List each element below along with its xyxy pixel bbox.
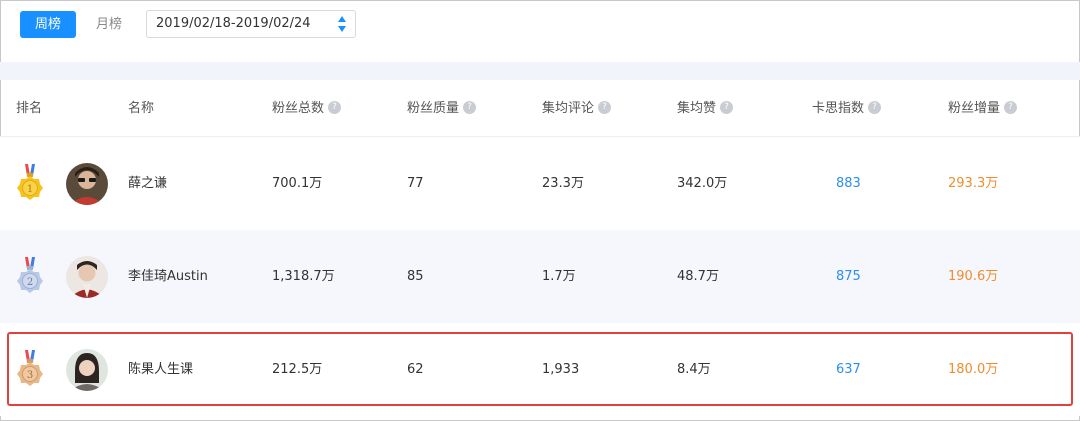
row-avg-comments: 1.7万 <box>542 269 576 284</box>
date-range-select[interactable]: 2019/02/18-2019/02/24 <box>146 10 356 38</box>
filter-bar: 周榜 月榜 2019/02/18-2019/02/24 <box>0 0 1080 62</box>
row-avg-likes: 8.4万 <box>677 362 711 377</box>
help-icon[interactable]: ? <box>1004 101 1018 114</box>
row-avg-likes: 48.7万 <box>677 269 719 284</box>
column-avg-comments: 集均评论? <box>542 80 612 137</box>
gold-medal-icon: 1 <box>17 164 43 200</box>
table-row[interactable]: 3 陈果人生课 212.5万 62 1,933 8.4万 637 180.0万 <box>0 323 1080 416</box>
tab-weekly[interactable]: 周榜 <box>20 11 76 38</box>
row-fans-growth: 190.6万 <box>948 269 999 284</box>
date-range-value: 2019/02/18-2019/02/24 <box>156 16 311 31</box>
column-fans-total: 粉丝总数? <box>272 80 342 137</box>
column-fans-quality: 粉丝质量? <box>407 80 477 137</box>
avatar[interactable] <box>66 349 108 391</box>
help-icon[interactable]: ? <box>868 101 882 114</box>
row-fans-total: 212.5万 <box>272 362 323 377</box>
section-divider <box>0 62 1080 80</box>
help-icon[interactable]: ? <box>720 101 734 114</box>
row-fans-growth: 293.3万 <box>948 176 999 191</box>
table-row[interactable]: 2 李佳琦Austin 1,318.7万 85 1.7万 48.7万 875 1… <box>0 230 1080 323</box>
row-name[interactable]: 李佳琦Austin <box>128 230 208 323</box>
table-row[interactable]: 1 薛之谦 700.1万 77 23.3万 342.0万 883 293.3万 <box>0 137 1080 230</box>
row-avg-comments: 23.3万 <box>542 176 584 191</box>
table-header: 排名 名称 粉丝总数? 粉丝质量? 集均评论? 集均赞? 卡思指数? 粉丝增量? <box>0 80 1080 137</box>
tab-monthly[interactable]: 月榜 <box>82 11 136 38</box>
column-name: 名称 <box>128 101 155 116</box>
bronze-medal-icon: 3 <box>17 350 43 386</box>
row-name[interactable]: 陈果人生课 <box>128 323 193 416</box>
row-kasi-index: 883 <box>836 176 861 191</box>
column-kasi-index: 卡思指数? <box>812 80 882 137</box>
medal-rank-label: 2 <box>27 277 33 288</box>
help-icon[interactable]: ? <box>598 101 612 114</box>
row-kasi-index: 875 <box>836 269 861 284</box>
column-avg-likes: 集均赞? <box>677 80 734 137</box>
row-kasi-index: 637 <box>836 362 861 377</box>
row-fans-total: 700.1万 <box>272 176 323 191</box>
row-name[interactable]: 薛之谦 <box>128 137 167 230</box>
row-fans-growth: 180.0万 <box>948 362 999 377</box>
row-avg-likes: 342.0万 <box>677 176 728 191</box>
row-fans-quality: 85 <box>407 269 424 284</box>
column-rank: 排名 <box>16 101 43 116</box>
column-fans-growth: 粉丝增量? <box>948 80 1018 137</box>
avatar[interactable] <box>66 163 108 205</box>
select-arrows-icon <box>338 16 346 32</box>
medal-rank-label: 1 <box>27 184 33 195</box>
help-icon[interactable]: ? <box>328 101 342 114</box>
medal-rank-label: 3 <box>27 370 33 381</box>
avatar[interactable] <box>66 256 108 298</box>
row-avg-comments: 1,933 <box>542 362 580 377</box>
row-fans-total: 1,318.7万 <box>272 269 335 284</box>
help-icon[interactable]: ? <box>463 101 477 114</box>
silver-medal-icon: 2 <box>17 257 43 293</box>
row-fans-quality: 62 <box>407 362 424 377</box>
row-fans-quality: 77 <box>407 176 424 191</box>
